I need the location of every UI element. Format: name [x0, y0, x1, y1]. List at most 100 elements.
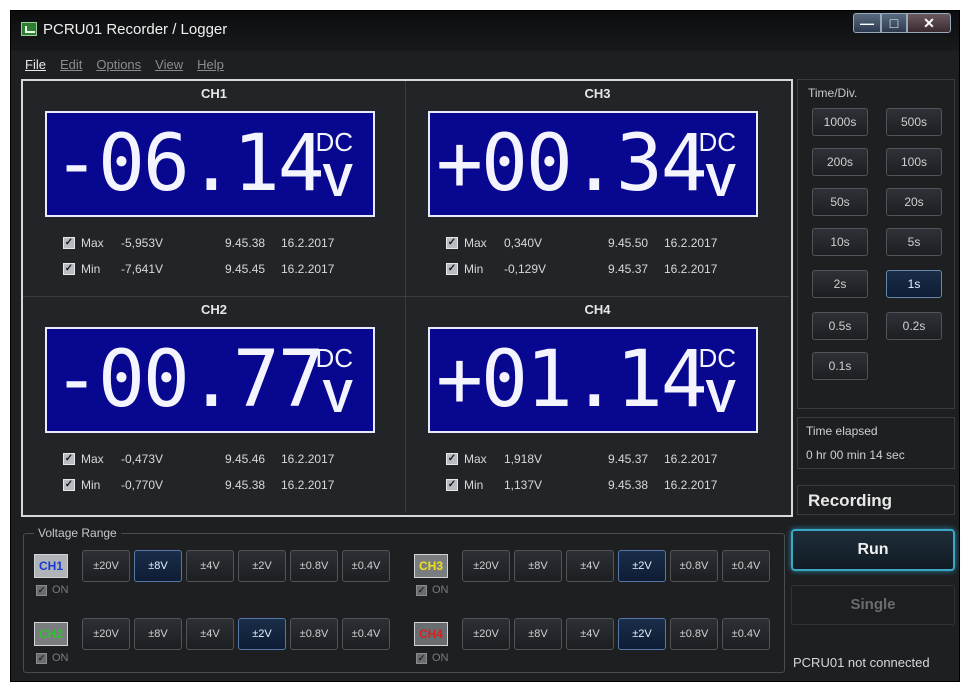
- time-div-button[interactable]: 200s: [812, 148, 868, 176]
- time-div-button[interactable]: 1000s: [812, 108, 868, 136]
- channel-title: CH2: [200, 302, 227, 317]
- time-elapsed-value: 0 hr 00 min 14 sec: [806, 448, 905, 462]
- max-checkbox[interactable]: ✓: [446, 453, 458, 465]
- min-checkbox[interactable]: ✓: [63, 263, 75, 275]
- range-button[interactable]: ±0.4V: [342, 550, 390, 582]
- range-button[interactable]: ±2V: [238, 550, 286, 582]
- min-date: 16.2.2017: [664, 262, 718, 276]
- app-logo-icon: [21, 22, 37, 36]
- max-date: 16.2.2017: [664, 452, 718, 466]
- title-bar[interactable]: PCRU01 Recorder / Logger — □ ✕: [11, 11, 959, 51]
- time-div-button[interactable]: 100s: [886, 148, 942, 176]
- time-div-button[interactable]: 2s: [812, 270, 868, 298]
- time-div-button[interactable]: 50s: [812, 188, 868, 216]
- max-time: 9.45.50: [608, 236, 649, 250]
- range-button[interactable]: ±4V: [566, 618, 614, 650]
- lcd-reading: -06.14: [53, 119, 325, 209]
- range-button-selected[interactable]: ±2V: [618, 550, 666, 582]
- min-value: -0,770V: [121, 478, 164, 492]
- max-label: Max: [464, 452, 487, 466]
- channel-title: CH1: [200, 86, 227, 101]
- range-button[interactable]: ±8V: [514, 618, 562, 650]
- max-checkbox[interactable]: ✓: [63, 453, 75, 465]
- range-button-selected[interactable]: ±2V: [618, 618, 666, 650]
- menu-file[interactable]: File: [25, 57, 46, 72]
- range-button[interactable]: ±4V: [566, 550, 614, 582]
- min-value: -0,129V: [504, 262, 547, 276]
- lcd-reading: +01.14: [436, 335, 708, 425]
- min-checkbox[interactable]: ✓: [63, 479, 75, 491]
- max-value: -0,473V: [121, 452, 164, 466]
- min-date: 16.2.2017: [281, 478, 335, 492]
- channel-title: CH3: [584, 86, 611, 101]
- time-div-button[interactable]: 5s: [886, 228, 942, 256]
- time-div-button[interactable]: 500s: [886, 108, 942, 136]
- min-time: 9.45.38: [225, 478, 266, 492]
- channel-badge-ch1: CH1: [34, 554, 68, 578]
- range-button[interactable]: ±0.8V: [290, 550, 338, 582]
- time-div-button[interactable]: 0.5s: [812, 312, 868, 340]
- close-button[interactable]: ✕: [907, 13, 951, 33]
- voltage-row-ch1: CH1 ±20V ±8V ±4V ±2V ±0.8V ±0.4V: [34, 550, 394, 582]
- lcd-reading: +00.34: [436, 119, 708, 209]
- time-div-button[interactable]: 20s: [886, 188, 942, 216]
- range-button[interactable]: ±0.4V: [722, 550, 770, 582]
- range-button-selected[interactable]: ±8V: [134, 550, 182, 582]
- max-value: -5,953V: [121, 236, 164, 250]
- min-checkbox[interactable]: ✓: [446, 263, 458, 275]
- time-div-button-selected[interactable]: 1s: [886, 270, 942, 298]
- max-label: Max: [81, 236, 104, 250]
- time-div-button[interactable]: 10s: [812, 228, 868, 256]
- menu-view[interactable]: View: [155, 57, 183, 72]
- channel-title: CH4: [584, 302, 611, 317]
- on-checkbox-icon: ✓: [416, 585, 427, 596]
- range-button[interactable]: ±20V: [462, 618, 510, 650]
- max-time: 9.45.38: [225, 236, 266, 250]
- menu-options[interactable]: Options: [96, 57, 141, 72]
- channel-panel-ch2: CH2 -00.77 DC V ✓ Max -0,473V 9.45.46 16…: [23, 297, 406, 513]
- range-button[interactable]: ±20V: [462, 550, 510, 582]
- window-controls: — □ ✕: [853, 13, 951, 33]
- recording-status: Recording: [808, 491, 893, 510]
- max-checkbox[interactable]: ✓: [446, 237, 458, 249]
- single-button[interactable]: Single: [791, 585, 955, 625]
- lcd-unit: V: [705, 154, 736, 206]
- menu-help[interactable]: Help: [197, 57, 224, 72]
- maximize-button[interactable]: □: [881, 13, 907, 33]
- range-button[interactable]: ±0.4V: [722, 618, 770, 650]
- range-button-selected[interactable]: ±2V: [238, 618, 286, 650]
- range-button[interactable]: ±0.8V: [290, 618, 338, 650]
- min-label: Min: [81, 478, 101, 492]
- min-checkbox[interactable]: ✓: [446, 479, 458, 491]
- range-button[interactable]: ±4V: [186, 618, 234, 650]
- time-div-button[interactable]: 0.2s: [886, 312, 942, 340]
- range-button[interactable]: ±0.4V: [342, 618, 390, 650]
- range-button[interactable]: ±4V: [186, 550, 234, 582]
- channel-panel-ch4: CH4 +01.14 DC V ✓ Max 1,918V 9.45.37 16.…: [406, 297, 789, 513]
- menu-bar: File Edit Options View Help: [25, 57, 224, 72]
- menu-options-label: Options: [96, 57, 142, 72]
- range-button[interactable]: ±8V: [134, 618, 182, 650]
- max-value: 0,340V: [504, 236, 543, 250]
- min-date: 16.2.2017: [281, 262, 335, 276]
- range-button[interactable]: ±0.8V: [670, 618, 718, 650]
- run-button[interactable]: Run: [791, 529, 955, 571]
- on-label: ON: [52, 652, 69, 664]
- menu-edit[interactable]: Edit: [60, 57, 82, 72]
- range-button[interactable]: ±20V: [82, 550, 130, 582]
- connection-status: PCRU01 not connected: [793, 655, 930, 670]
- lcd-display: +00.34 DC V: [428, 111, 758, 217]
- menu-view-label: View: [155, 57, 184, 72]
- window-title: PCRU01 Recorder / Logger: [43, 21, 228, 38]
- time-div-button[interactable]: 0.1s: [812, 352, 868, 380]
- range-button[interactable]: ±8V: [514, 550, 562, 582]
- channel-badge-ch4: CH4: [414, 622, 448, 646]
- max-date: 16.2.2017: [281, 452, 335, 466]
- lcd-unit: V: [322, 370, 353, 422]
- range-button[interactable]: ±20V: [82, 618, 130, 650]
- minimize-button[interactable]: —: [853, 13, 881, 33]
- range-button[interactable]: ±0.8V: [670, 550, 718, 582]
- max-label: Max: [464, 236, 487, 250]
- max-checkbox[interactable]: ✓: [63, 237, 75, 249]
- on-label: ON: [52, 584, 69, 596]
